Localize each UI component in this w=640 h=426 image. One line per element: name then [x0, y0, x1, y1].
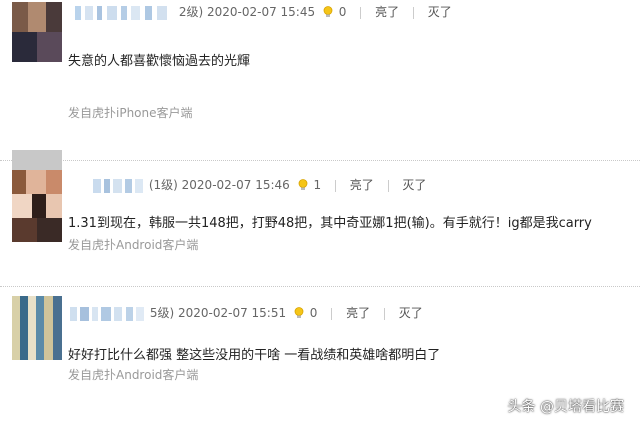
lightbulb-icon[interactable] — [298, 178, 308, 191]
lightbulb-icon[interactable] — [294, 306, 304, 319]
comment-meta: 2级) 2020-02-07 15:45 0 亮了 灭了 — [75, 2, 452, 22]
comment-meta: (1级) 2020-02-07 15:46 1 亮了 灭了 — [93, 175, 426, 195]
separator — [360, 6, 362, 19]
light-count: 0 — [309, 306, 318, 320]
comment-item: (1级) 2020-02-07 15:46 1 亮了 灭了 1.31到现在，韩服… — [0, 150, 640, 290]
user-level: (1级) — [148, 178, 178, 192]
light-button[interactable]: 亮了 — [350, 178, 374, 192]
username-blurred[interactable] — [70, 306, 144, 321]
comment-text: 好好打比什么都强 整这些没用的干啥 一看战绩和英雄啥都明白了 — [68, 348, 441, 363]
client-source: 发自虎扑iPhone客户端 — [68, 106, 193, 120]
dislike-button[interactable]: 灭了 — [428, 5, 452, 19]
username-blurred[interactable] — [93, 178, 143, 193]
separator — [412, 6, 414, 19]
light-button[interactable]: 亮了 — [375, 5, 399, 19]
comment-item: 2级) 2020-02-07 15:45 0 亮了 灭了 失意的人都喜歡懷恼過去… — [0, 0, 640, 150]
light-count: 0 — [338, 5, 347, 19]
avatar-frame — [12, 150, 62, 170]
username-blurred[interactable] — [75, 5, 173, 20]
comment-text: 失意的人都喜歡懷恼過去的光輝 — [68, 54, 251, 69]
comment-meta: 5级) 2020-02-07 15:51 0 亮了 灭了 — [70, 303, 423, 323]
user-level: 2级) — [178, 5, 204, 19]
light-button[interactable]: 亮了 — [346, 306, 370, 320]
dislike-button[interactable]: 灭了 — [399, 306, 423, 320]
light-count: 1 — [313, 178, 322, 192]
user-avatar[interactable] — [12, 2, 62, 62]
separator — [331, 307, 333, 320]
lightbulb-icon[interactable] — [323, 5, 333, 18]
user-avatar[interactable] — [12, 170, 62, 242]
comment-text: 1.31到现在，韩服一共148把，打野48把，其中奇亚娜1把(输)。有手就行！i… — [68, 216, 592, 231]
client-source: 发自虎扑Android客户端 — [68, 238, 199, 252]
separator — [383, 307, 385, 320]
dislike-button[interactable]: 灭了 — [402, 178, 426, 192]
comment-timestamp: 2020-02-07 15:51 — [177, 306, 287, 320]
comment-timestamp: 2020-02-07 15:45 — [206, 5, 316, 19]
watermark: 头条 @贝塔看比赛 — [507, 399, 624, 415]
separator — [387, 179, 389, 192]
client-source: 发自虎扑Android客户端 — [68, 368, 199, 382]
divider — [0, 286, 640, 287]
user-avatar[interactable] — [12, 296, 62, 360]
comment-timestamp: 2020-02-07 15:46 — [181, 178, 290, 192]
user-level: 5级) — [149, 306, 175, 320]
separator — [334, 179, 336, 192]
